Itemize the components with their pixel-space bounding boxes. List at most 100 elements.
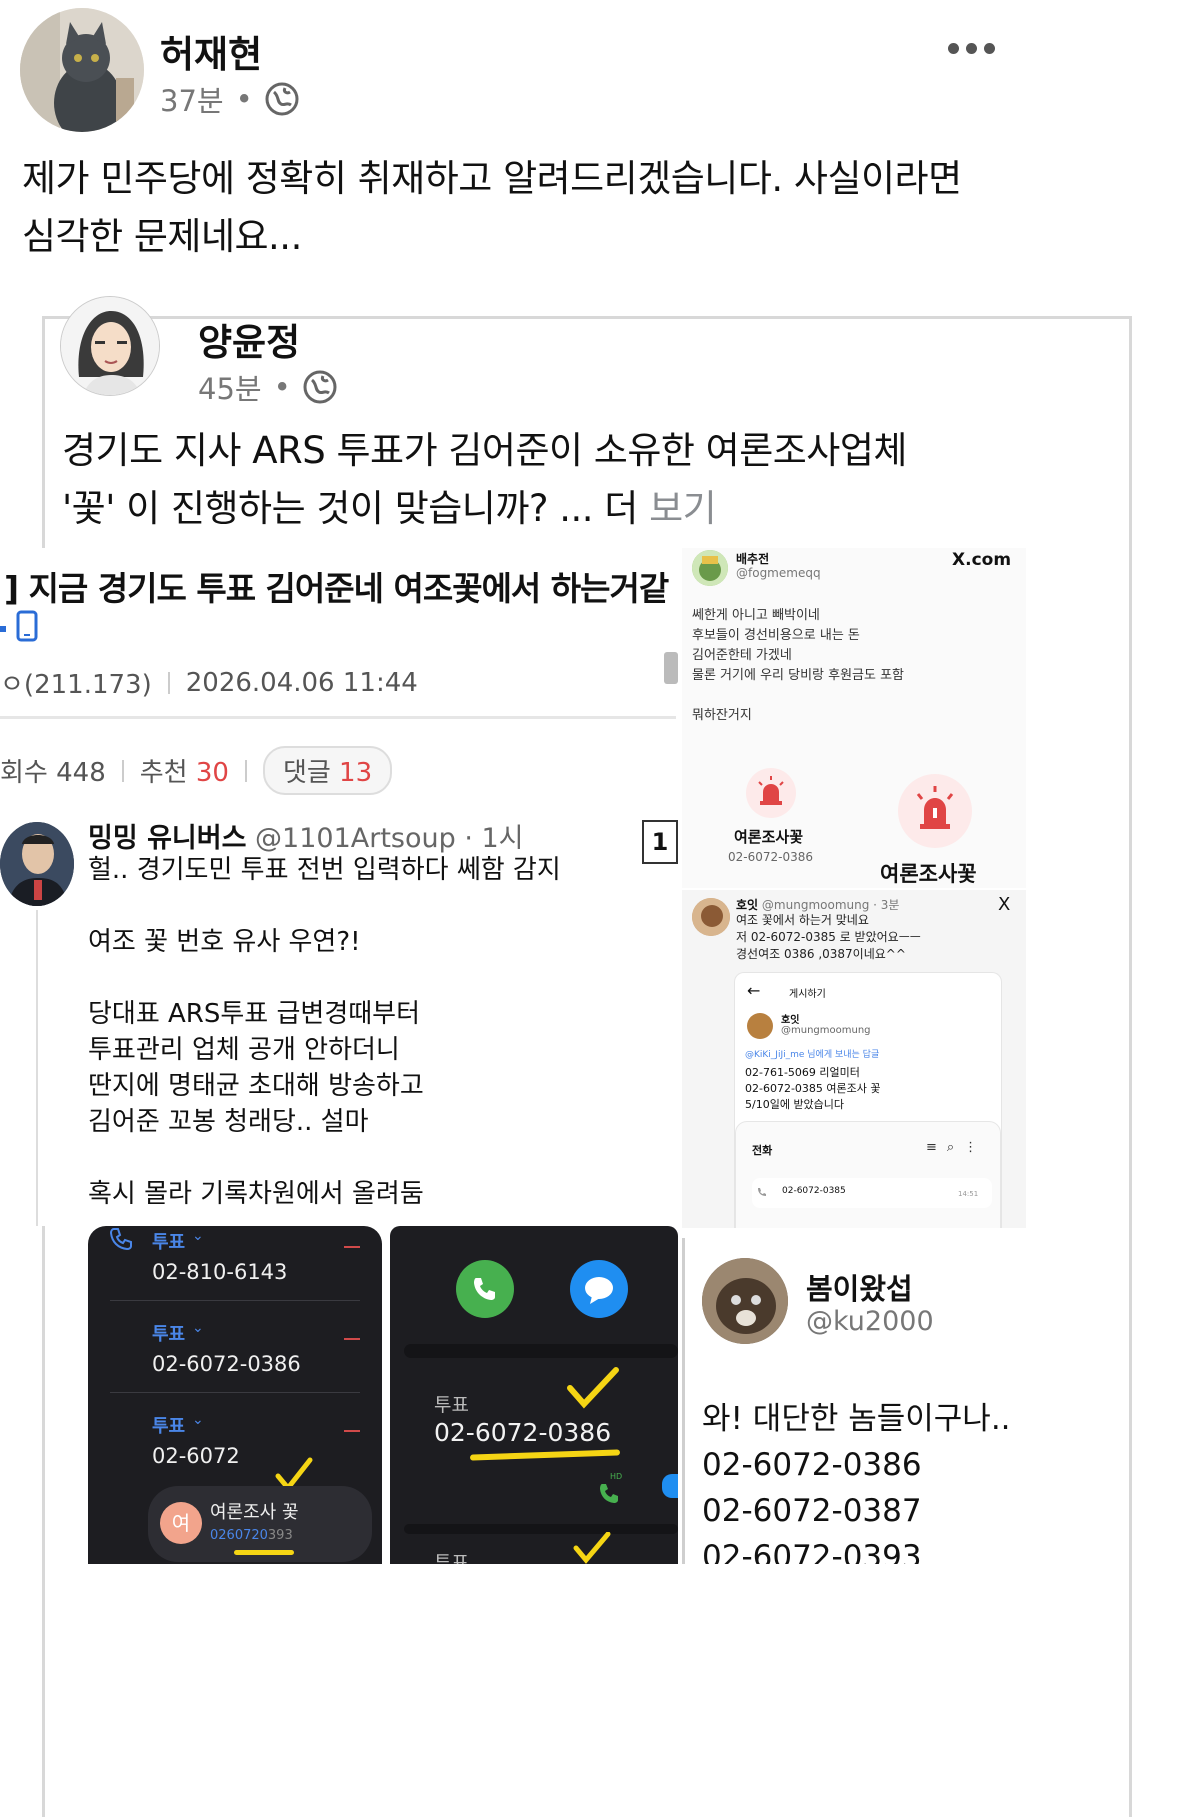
more-options-button[interactable] <box>948 38 998 58</box>
checkmark-icon <box>573 1532 611 1564</box>
x-author-avatar[interactable] <box>692 550 728 586</box>
board-stats: 회수 448 추천 30 댓글 13 <box>0 746 393 795</box>
author-name[interactable]: 허재현 <box>160 24 262 78</box>
comments-button[interactable]: 댓글 13 <box>262 746 393 795</box>
inner-title: 게시하기 <box>789 989 826 1000</box>
tweet-author-name[interactable]: 밍밍 유니버스 <box>88 823 246 854</box>
phone-list-number: 02-6072-0385 <box>782 1186 846 1196</box>
tweet-badge: 1 <box>642 820 678 864</box>
chevron-down-icon: ⌄ <box>192 1320 204 1336</box>
call-number[interactable]: 02-6072 <box>152 1444 240 1468</box>
x-author-handle: @fogmemeqq <box>736 566 821 580</box>
globe-icon <box>265 82 299 116</box>
shared-author-avatar[interactable] <box>60 296 160 396</box>
call-number[interactable]: 02-6072-0386 <box>434 1418 611 1447</box>
tweet-text: 헐.. 경기도민 투표 전번 입력하다 쎄함 감지 <box>88 852 561 888</box>
see-more-link[interactable]: 보기 <box>649 487 717 530</box>
card-divider <box>404 1344 678 1358</box>
siren-badge-small <box>746 768 796 818</box>
board-scroll-handle[interactable] <box>664 652 678 684</box>
x-author-name: 배추전 <box>736 552 770 566</box>
x-post-body: 여조 꽃에서 하는거 맞네요 저 02-6072-0385 로 받았어요ㅡㅡ 경… <box>736 912 921 963</box>
meta-divider <box>244 759 247 782</box>
shared-post-body: 경기도 지사 ARS 투표가 김어준이 소유한 여론조사업체 '꽃' 이 진행하… <box>62 422 907 538</box>
tweet-author-avatar[interactable] <box>0 822 74 906</box>
siren-icon <box>758 776 784 805</box>
x-line: 후보들이 경선비용으로 내는 돈 <box>692 628 860 643</box>
phone-icon <box>758 1188 766 1196</box>
x-author-avatar[interactable] <box>702 1258 788 1344</box>
x-author-name: 호잇 <box>736 898 759 912</box>
x-author-name: 봄이왔섭 <box>806 1272 913 1306</box>
inner-name: 호잇 <box>781 1015 800 1026</box>
board-meta: ㅇ(211.173) 2026.04.06 11:44 <box>0 664 418 701</box>
shared-body-text: '꽃' 이 진행하는 것이 맞습니까? ... 더 <box>62 487 650 530</box>
screenshot-root: 허재현 37분 • 제가 민주당에 정확히 취재하고 알려드리겠습니다. 사실이… <box>0 0 1179 1817</box>
x-post-fogmemeqq[interactable]: 배추전 @fogmemeqq X.com 쎄한게 아니고 빼박이네 후보들이 경… <box>682 548 1026 888</box>
shared-author-name[interactable]: 양윤정 <box>198 312 300 366</box>
tweet-author-handle: @1101Artsoup · 1시 <box>255 823 524 854</box>
more-horizontal-icon <box>948 42 995 54</box>
call-label: 투표 <box>434 1394 469 1416</box>
call-detail-screenshot[interactable]: 투표 02-6072-0386 HD 투표 <box>390 1226 678 1564</box>
recommend-count: 30 <box>195 758 229 788</box>
call-divider <box>110 1392 360 1393</box>
x-line: 물론 거기에 우리 당비랑 후원금도 포함 <box>692 668 905 683</box>
x-line: 여조 꽃에서 하는거 맞네요 <box>736 913 869 927</box>
x-post-ku2000[interactable]: 봄이왔섭 @ku2000 와! 대단한 놈들이구나.. 02-6072-0386… <box>682 1238 1026 1564</box>
board-views: 회수 448 <box>0 758 106 788</box>
author-avatar[interactable] <box>20 8 144 132</box>
recommend-label: 추천 <box>139 758 188 788</box>
call-button[interactable] <box>456 1260 514 1318</box>
contact-name: 여론조사 꽃 <box>210 1502 299 1523</box>
contact-number-part: 0260720 <box>210 1528 268 1543</box>
yellow-underline <box>234 1550 294 1555</box>
x-close-icon[interactable]: X <box>998 894 1010 915</box>
avatar-illustration-icon <box>692 550 728 586</box>
x-line: 저 02-6072-0385 로 받았어요ㅡㅡ <box>736 930 921 944</box>
tweet-header: 밍밍 유니버스 @1101Artsoup · 1시 <box>88 816 524 855</box>
board-divider <box>0 716 676 719</box>
blue-edge <box>662 1474 678 1498</box>
x-line: 02-6072-0386 <box>702 1447 922 1483</box>
call-number[interactable]: 02-810-6143 <box>152 1260 287 1284</box>
message-button[interactable] <box>570 1260 628 1318</box>
call-divider <box>110 1300 360 1301</box>
board-post-screenshot[interactable]: ] 지금 경기도 투표 김어준네 여조꽃에서 하는거같 ㅇ(211.173) 2… <box>0 548 678 1226</box>
chevron-down-icon: ⌄ <box>192 1228 204 1244</box>
tweet-line: 김어준 꼬봉 청래당.. 설마 <box>88 1107 369 1137</box>
inner-phone-frame: 전화 ≡⌕⋮ 02-6072-0385 14:51 <box>735 1121 1001 1228</box>
chat-bubble-icon <box>585 1277 613 1304</box>
phone-icon <box>109 1228 132 1251</box>
x-author-avatar[interactable] <box>692 898 730 936</box>
missed-mark <box>344 1430 360 1432</box>
tweet-line: 딴지에 명태균 초대해 방송하고 <box>88 1071 424 1101</box>
x-post-body: 와! 대단한 놈들이구나.. 02-6072-0386 02-6072-0387… <box>702 1396 1011 1564</box>
shared-time-label: 45분 <box>198 372 262 406</box>
call-log-screenshot[interactable]: 투표 ⌄ 02-810-6143 투표 ⌄ 02-6072-0386 투표 ⌄ … <box>88 1226 382 1564</box>
avatar-photo-icon <box>692 898 730 936</box>
shared-post-time: 45분 • <box>198 366 337 408</box>
comments-count: 13 <box>339 758 373 788</box>
animal-photo-icon <box>702 1258 788 1344</box>
thread-line <box>36 910 38 1226</box>
inner-line: 5/10일에 받았습니다 <box>745 1098 845 1111</box>
post-time-label: 37분 <box>160 84 224 118</box>
contact-name-small: 여론조사꽃 <box>734 828 804 846</box>
meta-divider <box>167 671 170 694</box>
call-number[interactable]: 02-6072-0386 <box>152 1352 301 1376</box>
contact-popup[interactable]: 여 여론조사 꽃 0260720393 <box>148 1486 372 1562</box>
contact-avatar: 여 <box>160 1502 202 1544</box>
embedded-screenshot: ← 게시하기 호잇 @mungmoomung @KiKi_JiJi_me 님에게… <box>734 972 1002 1228</box>
shared-body-line: '꽃' 이 진행하는 것이 맞습니까? ... 더 보기 <box>62 480 907 538</box>
x-line: 뭐하잔거지 <box>692 708 752 723</box>
x-author-handle: @mungmoomung · 3분 <box>761 898 900 912</box>
contact-number-small: 02-6072-0386 <box>728 850 814 864</box>
illustrated-portrait-icon <box>61 297 159 395</box>
x-line: 02-6072-0387 <box>702 1493 922 1529</box>
inner-line: 02-761-5069 리얼미터 <box>745 1066 860 1079</box>
x-post-mungmoomung[interactable]: 호잇 @mungmoomung · 3분 X 여조 꽃에서 하는거 맞네요 저 … <box>682 890 1026 1228</box>
inner-body: 02-761-5069 리얼미터 02-6072-0385 여론조사 꽃 5/1… <box>745 1065 881 1113</box>
inner-line: 02-6072-0385 여론조사 꽃 <box>745 1082 881 1095</box>
globe-icon <box>303 370 337 404</box>
